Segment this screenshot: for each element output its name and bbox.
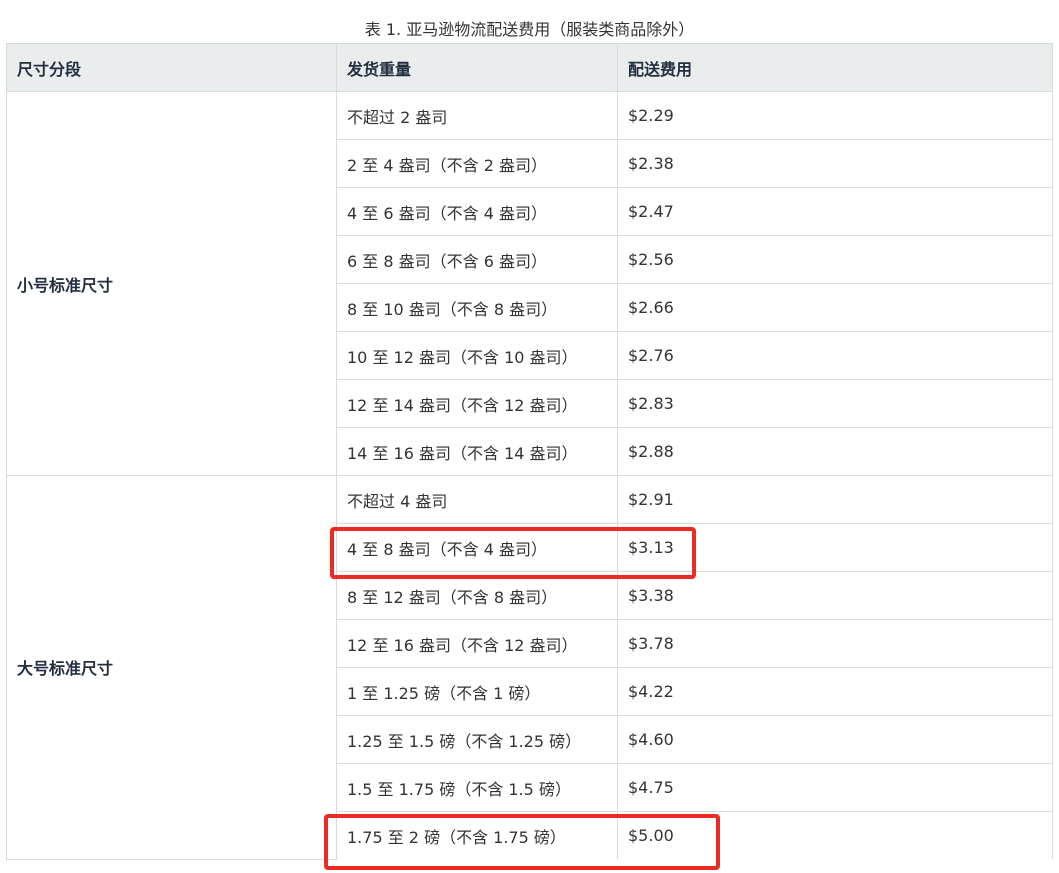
shipping-weight-cell: 6 至 8 盎司（不含 6 盎司） bbox=[336, 235, 618, 284]
size-tier-cell: 小号标准尺寸 bbox=[6, 91, 337, 476]
shipping-weight-cell: 10 至 12 盎司（不含 10 盎司） bbox=[336, 331, 618, 380]
fulfillment-fee-cell: $3.38 bbox=[617, 571, 1053, 620]
fulfillment-fee-cell: $3.13 bbox=[617, 523, 1053, 572]
shipping-weight-cell: 12 至 14 盎司（不含 12 盎司） bbox=[336, 379, 618, 428]
fulfillment-fee-cell: $2.38 bbox=[617, 139, 1053, 188]
table-header-row: 尺寸分段 发货重量 配送费用 bbox=[6, 43, 1053, 92]
shipping-weight-cell: 不超过 4 盎司 bbox=[336, 475, 618, 524]
shipping-weight-cell: 1 至 1.25 磅（不含 1 磅） bbox=[336, 667, 618, 716]
fulfillment-fee-cell: $5.00 bbox=[617, 811, 1053, 859]
shipping-weight-cell: 4 至 6 盎司（不含 4 盎司） bbox=[336, 187, 618, 236]
fulfillment-fee-cell: $2.56 bbox=[617, 235, 1053, 284]
header-fulfillment-fee: 配送费用 bbox=[617, 43, 1053, 92]
fulfillment-fee-cell: $3.78 bbox=[617, 619, 1053, 668]
fba-fee-table: 尺寸分段 发货重量 配送费用 小号标准尺寸 不超过 2 盎司 $2.29 2 至 4 … bbox=[6, 43, 1053, 860]
table-row: 小号标准尺寸 不超过 2 盎司 $2.29 bbox=[6, 91, 1053, 476]
shipping-weight-cell: 1.75 至 2 磅（不含 1.75 磅） bbox=[336, 811, 618, 859]
size-tier-cell: 大号标准尺寸 bbox=[6, 475, 337, 860]
fulfillment-fee-cell: $2.66 bbox=[617, 283, 1053, 332]
fulfillment-fee-cell: $2.29 bbox=[617, 91, 1053, 140]
fulfillment-fee-cell: $2.91 bbox=[617, 475, 1053, 524]
fulfillment-fee-cell: $2.88 bbox=[617, 427, 1053, 476]
fulfillment-fee-cell: $2.47 bbox=[617, 187, 1053, 236]
header-shipping-weight: 发货重量 bbox=[336, 43, 618, 92]
fulfillment-fee-cell: $2.83 bbox=[617, 379, 1053, 428]
table-row: 大号标准尺寸 不超过 4 盎司 $2.91 bbox=[6, 475, 1053, 860]
fulfillment-fee-cell: $4.60 bbox=[617, 715, 1053, 764]
shipping-weight-cell: 8 至 10 盎司（不含 8 盎司） bbox=[336, 283, 618, 332]
fulfillment-fee-cell: $4.75 bbox=[617, 763, 1053, 812]
shipping-weight-cell: 8 至 12 盎司（不含 8 盎司） bbox=[336, 571, 618, 620]
shipping-weight-cell: 1.5 至 1.75 磅（不含 1.5 磅） bbox=[336, 763, 618, 812]
shipping-weight-cell: 不超过 2 盎司 bbox=[336, 91, 618, 140]
fulfillment-fee-cell: $4.22 bbox=[617, 667, 1053, 716]
fulfillment-fee-cell: $2.76 bbox=[617, 331, 1053, 380]
shipping-weight-cell: 1.25 至 1.5 磅（不含 1.25 磅） bbox=[336, 715, 618, 764]
shipping-weight-cell: 4 至 8 盎司（不含 4 盎司） bbox=[336, 523, 618, 572]
header-size-tier: 尺寸分段 bbox=[6, 43, 337, 92]
shipping-weight-cell: 14 至 16 盎司（不含 14 盎司） bbox=[336, 427, 618, 476]
shipping-weight-cell: 2 至 4 盎司（不含 2 盎司） bbox=[336, 139, 618, 188]
table-caption: 表 1. 亚马逊物流配送费用（服装类商品除外） bbox=[364, 20, 695, 39]
shipping-weight-cell: 12 至 16 盎司（不含 12 盎司） bbox=[336, 619, 618, 668]
